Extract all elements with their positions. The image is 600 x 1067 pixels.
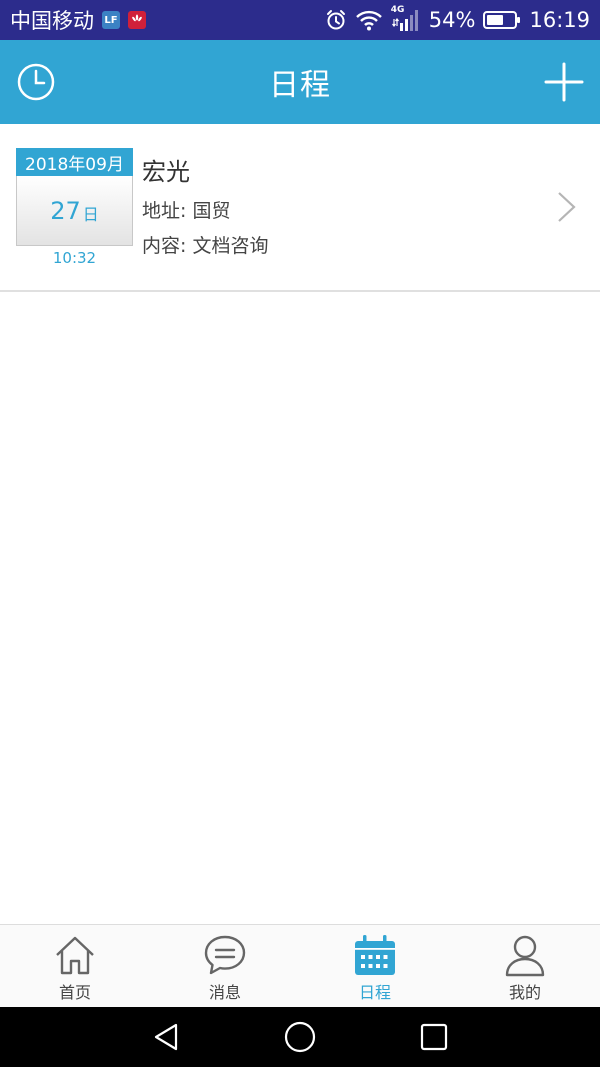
home-circle-icon (284, 1021, 316, 1053)
page-title: 日程 (269, 68, 331, 103)
plus-icon (544, 62, 584, 102)
tab-messages-label: 消息 (208, 983, 241, 1002)
message-icon (204, 935, 246, 975)
schedule-list-item[interactable]: 2018年09月 27 日 10:32 宏光 地址: 国贸 内容: 文档咨询 (0, 124, 600, 292)
back-button[interactable] (99, 1007, 233, 1067)
tab-schedule-label: 日程 (358, 983, 391, 1002)
chevron-right-icon (558, 192, 576, 222)
home-nav-button[interactable] (233, 1007, 367, 1067)
home-icon (56, 936, 94, 975)
battery-icon (483, 10, 521, 30)
tab-home-label: 首页 (58, 983, 91, 1002)
lf-app-icon: LF (102, 11, 120, 29)
system-nav-bar (0, 1007, 600, 1067)
tab-messages[interactable]: 消息 (150, 925, 300, 1007)
app-header: 日程 (0, 40, 600, 124)
clock-icon (17, 63, 55, 101)
signal-icon: 4G (391, 5, 421, 33)
recents-button[interactable] (367, 1007, 501, 1067)
bottom-tab-bar: 首页 消息 日程 我的 (0, 924, 600, 1007)
wifi-icon (355, 9, 383, 31)
alarm-icon (325, 9, 347, 31)
huawei-app-icon (128, 11, 146, 29)
add-schedule-button[interactable] (544, 62, 584, 102)
battery-percent: 54% (428, 8, 476, 32)
date-day-box: 27 日 (16, 176, 133, 246)
tab-home[interactable]: 首页 (0, 925, 150, 1007)
schedule-content: 内容: 文档咨询 (142, 235, 269, 257)
status-right: 4G 54% 16:19 (325, 5, 590, 33)
date-month: 2018年09月 (16, 148, 133, 176)
schedule-time: 10:32 (52, 249, 97, 267)
carrier-name: 中国移动 (10, 9, 94, 33)
recents-square-icon (420, 1023, 448, 1051)
status-left: 中国移动 LF (10, 5, 146, 35)
schedule-address: 地址: 国贸 (142, 200, 231, 222)
date-day-unit: 日 (82, 204, 99, 224)
calendar-icon (355, 935, 395, 975)
status-bar: 中国移动 LF 4G 54% 16:19 (0, 0, 600, 40)
date-day: 27 (50, 196, 81, 225)
clock-time: 16:19 (529, 8, 590, 32)
tab-schedule[interactable]: 日程 (300, 925, 450, 1007)
schedule-title: 宏光 (142, 158, 190, 186)
date-card: 2018年09月 27 日 10:32 (16, 148, 133, 269)
tab-profile[interactable]: 我的 (450, 925, 600, 1007)
back-triangle-icon (154, 1023, 178, 1051)
tab-profile-label: 我的 (508, 983, 541, 1002)
history-button[interactable] (16, 62, 56, 102)
user-icon (505, 935, 545, 977)
